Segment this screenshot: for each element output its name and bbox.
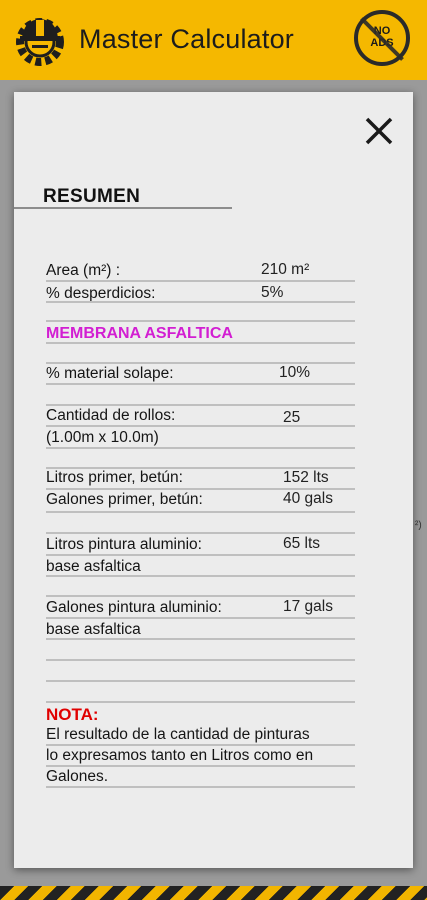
primer-gallons-value: 40 gals	[283, 490, 333, 507]
paint-liters-value: 65 lts	[283, 535, 321, 552]
rolls-label: Cantidad de rollos:	[46, 407, 176, 424]
divider	[46, 575, 355, 577]
overlap-label: % material solape:	[46, 365, 174, 382]
primer-gallons-label: Galones primer, betún:	[46, 491, 203, 508]
divider	[46, 383, 355, 385]
divider	[46, 617, 355, 619]
divider	[46, 659, 355, 661]
app-bar: Master Calculator NO ADS	[0, 0, 427, 80]
rolls-size-label: (1.00m x 10.0m)	[46, 429, 159, 446]
divider	[46, 786, 355, 788]
app-title: Master Calculator	[79, 24, 294, 54]
divider	[46, 638, 355, 640]
close-icon[interactable]	[362, 114, 396, 148]
area-value: 210 m²	[261, 261, 310, 278]
divider	[46, 744, 355, 746]
divider	[46, 511, 355, 513]
divider	[46, 342, 355, 344]
divider	[46, 404, 355, 406]
divider	[46, 447, 355, 449]
section-title: MEMBRANA ASFALTICA	[46, 325, 233, 342]
dialog-heading: RESUMEN	[43, 186, 141, 207]
note-text-line: lo expresamos tanto en Litros como en	[46, 747, 314, 764]
no-ads-button[interactable]: NO ADS	[354, 10, 410, 66]
hazard-stripe-footer	[0, 886, 427, 900]
divider	[46, 701, 355, 703]
divider	[46, 532, 355, 534]
gear-hardhat-icon	[16, 18, 64, 66]
paint-gallons-label: Galones pintura aluminio:	[46, 599, 222, 616]
divider	[46, 765, 355, 767]
summary-dialog: RESUMEN Area (m²) : 210 m² % desperdicio…	[14, 92, 413, 868]
note-text-line: El resultado de la cantidad de pinturas	[46, 726, 310, 743]
primer-liters-value: 152 lts	[283, 469, 329, 486]
divider	[46, 425, 355, 427]
note-title: NOTA:	[46, 705, 99, 724]
divider	[46, 280, 355, 282]
primer-liters-label: Litros primer, betún:	[46, 469, 183, 486]
overlap-value: 10%	[279, 364, 311, 381]
area-label: Area (m²) :	[46, 262, 121, 279]
divider	[46, 595, 355, 597]
note-text-line: Galones.	[46, 768, 109, 785]
paint-liters-base-label: base asfaltica	[46, 558, 141, 575]
divider	[46, 301, 355, 303]
paint-gallons-base-label: base asfaltica	[46, 621, 141, 638]
heading-underline	[14, 207, 232, 209]
divider	[46, 554, 355, 556]
background-text: ²)	[415, 520, 422, 531]
waste-value: 5%	[261, 284, 284, 301]
divider	[46, 320, 355, 322]
divider	[46, 680, 355, 682]
paint-gallons-value: 17 gals	[283, 598, 333, 615]
paint-liters-label: Litros pintura aluminio:	[46, 536, 202, 553]
